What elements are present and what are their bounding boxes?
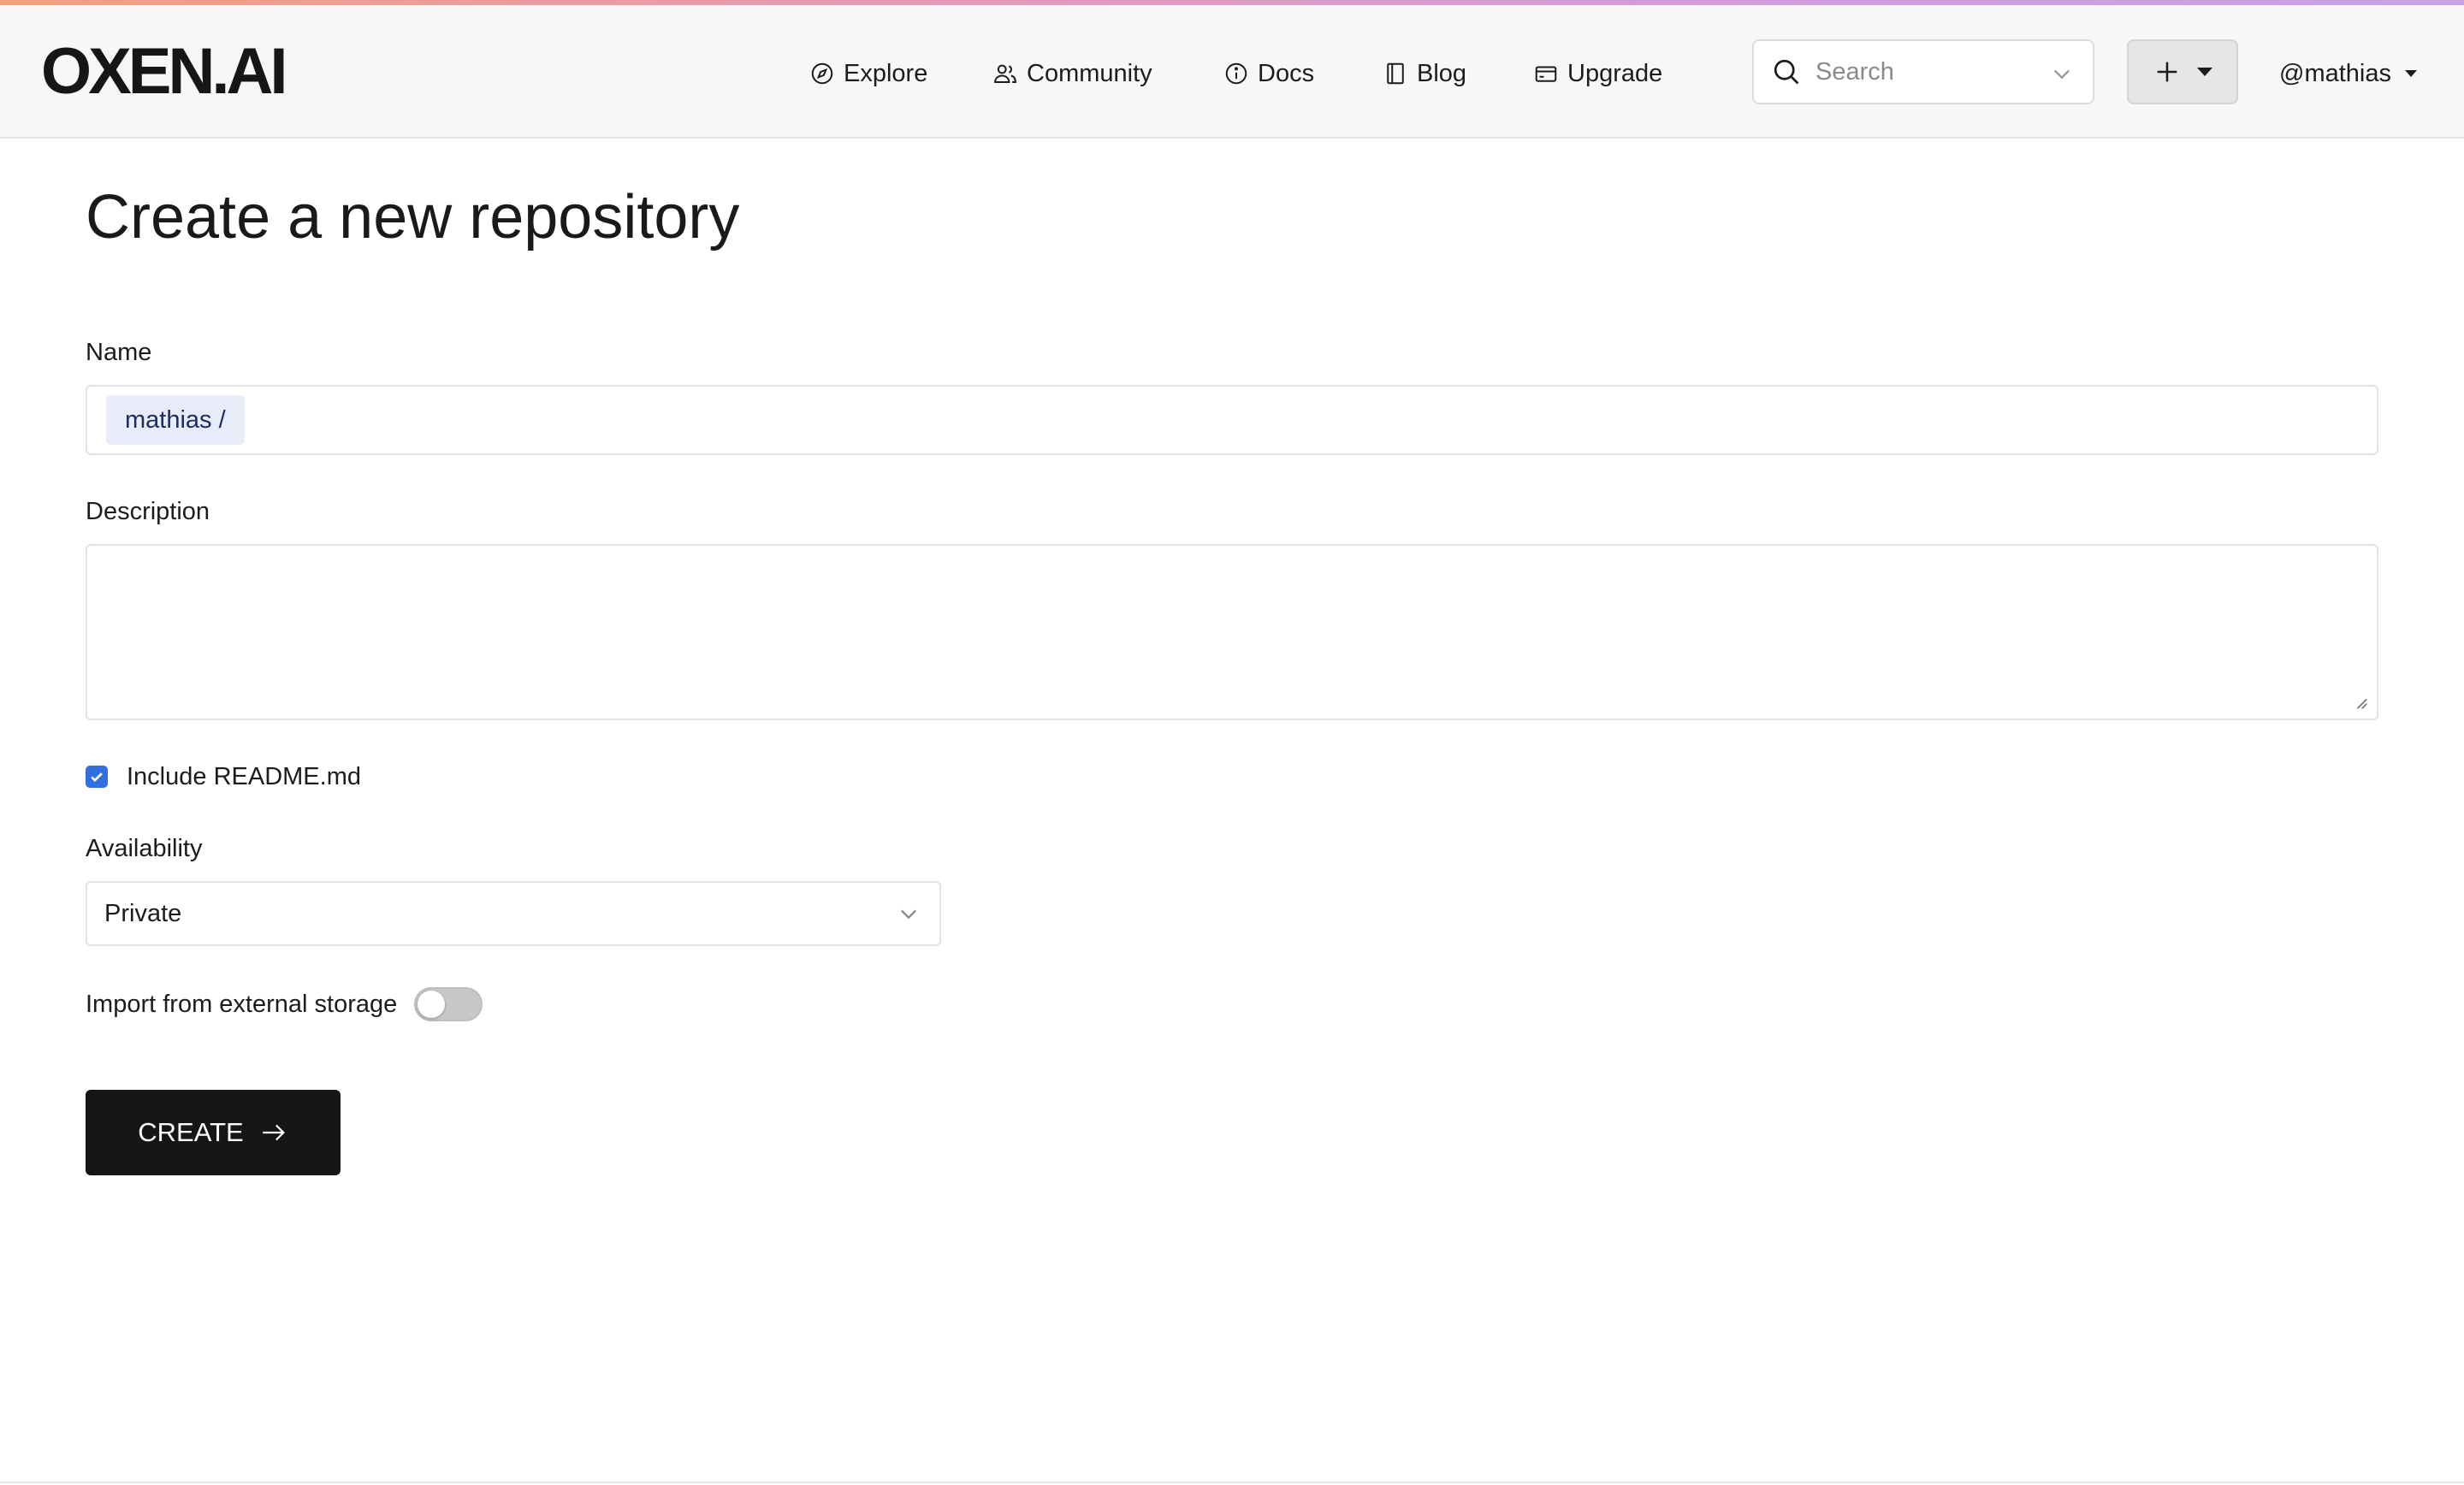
nav-explore-label: Explore: [844, 59, 928, 87]
new-item-button[interactable]: [2127, 39, 2238, 104]
import-toggle-row: Import from external storage: [86, 985, 483, 1023]
book-icon: [1387, 62, 1404, 85]
description-label: Description: [86, 498, 210, 525]
nav-docs-label: Docs: [1258, 59, 1315, 87]
availability-value: Private: [104, 900, 182, 927]
chevron-down-icon[interactable]: [2050, 62, 2074, 86]
resize-handle-icon[interactable]: [2353, 695, 2368, 710]
readme-checkbox[interactable]: [86, 766, 108, 788]
caret-down-icon: [2197, 68, 2212, 76]
oxen-logo[interactable]: OXEN.AI: [41, 38, 287, 106]
nav-blog[interactable]: Blog: [1383, 46, 1466, 101]
create-button[interactable]: CREATE: [86, 1090, 341, 1175]
nav-docs[interactable]: Docs: [1223, 46, 1314, 101]
nav-upgrade-label: Upgrade: [1567, 59, 1663, 87]
description-textarea[interactable]: [86, 544, 2378, 720]
username: @mathias: [2279, 59, 2391, 87]
repo-name-field[interactable]: mathias /: [86, 385, 2378, 455]
import-label: Import from external storage: [86, 990, 398, 1018]
nav-community[interactable]: Community: [992, 46, 1152, 101]
footer-divider: [0, 1482, 2464, 1483]
search-box[interactable]: [1752, 39, 2094, 104]
plus-icon: [2157, 62, 2177, 82]
caret-down-icon: [2404, 70, 2417, 77]
nav-blog-label: Blog: [1417, 59, 1467, 87]
name-label: Name: [86, 339, 152, 366]
compass-icon: [811, 62, 833, 85]
nav-explore[interactable]: Explore: [809, 46, 927, 101]
page-title: Create a new repository: [86, 183, 740, 251]
chevron-down-icon: [901, 909, 916, 920]
top-navbar: OXEN.AI Explore Community Docs Blog Upgr…: [0, 5, 2464, 139]
user-menu[interactable]: @mathias: [2279, 46, 2417, 101]
search-input[interactable]: [1815, 57, 2021, 86]
users-icon: [994, 64, 1016, 83]
availability-select[interactable]: Private: [86, 881, 941, 946]
info-icon: [1225, 62, 1247, 85]
owner-prefix: mathias /: [106, 395, 245, 445]
readme-label: Include README.md: [127, 762, 361, 790]
nav-upgrade[interactable]: Upgrade: [1533, 46, 1662, 101]
toggle-knob: [418, 991, 446, 1018]
create-button-label: CREATE: [138, 1117, 244, 1147]
readme-checkbox-row[interactable]: Include README.md: [86, 760, 361, 794]
import-toggle[interactable]: [414, 987, 483, 1021]
arrow-right-icon: [262, 1124, 285, 1141]
availability-label: Availability: [86, 835, 203, 862]
nav-community-label: Community: [1027, 59, 1152, 87]
search-icon: [1774, 59, 1799, 85]
credit-card-icon: [1535, 66, 1557, 82]
check-icon: [91, 772, 103, 783]
